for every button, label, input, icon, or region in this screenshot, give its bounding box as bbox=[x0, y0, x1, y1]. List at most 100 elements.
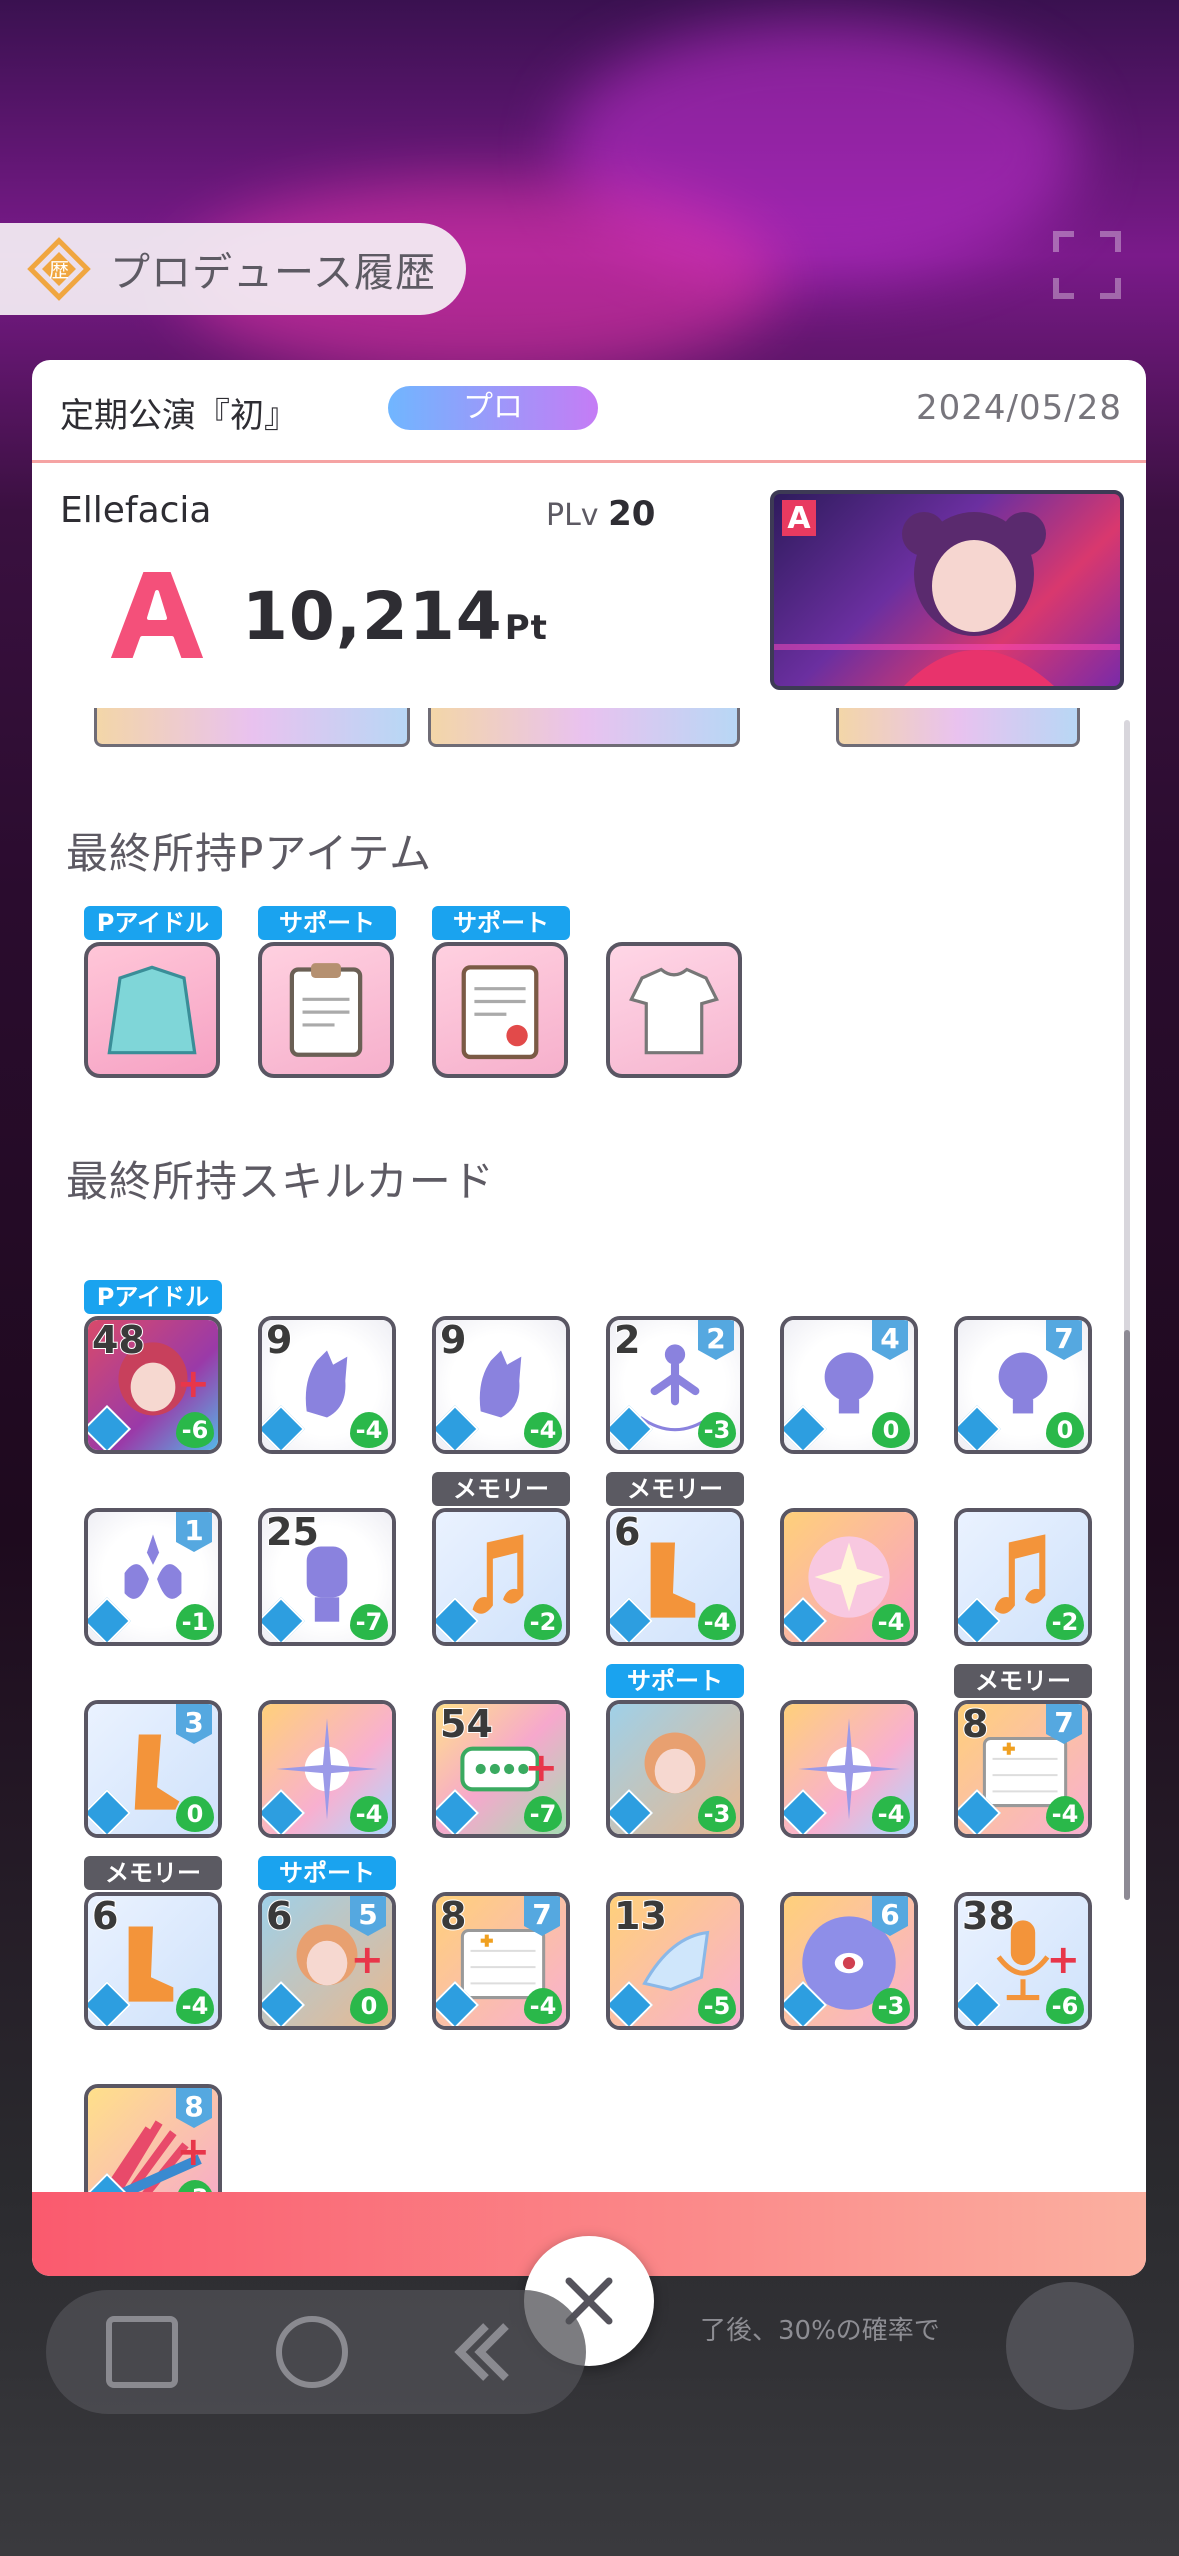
document-icon bbox=[461, 965, 539, 1060]
skill-card[interactable]: -2 bbox=[432, 1508, 570, 1646]
skill-card[interactable]: 6 -4 bbox=[606, 1508, 744, 1646]
jacket-icon bbox=[107, 965, 197, 1055]
record-header: 定期公演『初』 プロ 2024/05/28 bbox=[32, 360, 1146, 463]
p-item-tag: サポート bbox=[258, 906, 396, 940]
stamina-cost: -2 bbox=[1046, 1604, 1084, 1640]
skill-card-tag: メモリー bbox=[606, 1472, 744, 1506]
stamina-cost: -3 bbox=[872, 1988, 910, 2024]
record-scroll-area[interactable]: 最終所持Pアイテム Pアイドル サポート サポート 最終所持スキルカード Pアイドル… bbox=[32, 708, 1146, 2248]
card-cost: 54 bbox=[439, 1702, 494, 1747]
stamina-cost: -5 bbox=[698, 1988, 736, 2024]
skill-card-tag: メモリー bbox=[954, 1664, 1092, 1698]
card-cost: 8 bbox=[961, 1702, 989, 1747]
produce-card-strip bbox=[836, 708, 1080, 747]
stamina-cost: -4 bbox=[350, 1412, 388, 1448]
stamina-cost: -4 bbox=[1046, 1796, 1084, 1832]
home-icon bbox=[106, 2316, 178, 2388]
card-cost: 6 bbox=[613, 1510, 641, 1555]
skill-card-tag: Pアイドル bbox=[84, 1280, 222, 1314]
menu-button bbox=[1006, 2282, 1134, 2410]
stamina-cost: -4 bbox=[350, 1796, 388, 1832]
stamina-cost: 0 bbox=[872, 1412, 910, 1448]
bottom-navigation bbox=[46, 2290, 586, 2414]
skill-card[interactable]: 6 -4 bbox=[84, 1892, 222, 2030]
skill-card[interactable]: -4 bbox=[780, 1508, 918, 1646]
skill-card[interactable]: -2 bbox=[954, 1508, 1092, 1646]
skill-card[interactable]: 48 + -6 bbox=[84, 1316, 222, 1454]
p-item-tag: サポート bbox=[432, 906, 570, 940]
card-cost: 6 bbox=[265, 1894, 293, 1939]
stamina-cost: -2 bbox=[524, 1604, 562, 1640]
skill-card-tag: メモリー bbox=[84, 1856, 222, 1890]
fullscreen-icon bbox=[1052, 230, 1122, 300]
score: 10,214Pt bbox=[242, 578, 548, 655]
skill-card[interactable]: 2 2 -3 bbox=[606, 1316, 744, 1454]
history-icon: 歴 bbox=[26, 236, 92, 302]
skill-card[interactable]: 6 5 +0 bbox=[258, 1892, 396, 2030]
stamina-cost: -7 bbox=[350, 1604, 388, 1640]
stamina-cost: -3 bbox=[698, 1796, 736, 1832]
skill-card[interactable]: 6 -3 bbox=[780, 1892, 918, 2030]
stamina-cost: -4 bbox=[524, 1988, 562, 2024]
skill-card[interactable]: 13 -5 bbox=[606, 1892, 744, 2030]
stamina-cost: -4 bbox=[524, 1412, 562, 1448]
skill-card[interactable]: 40 bbox=[780, 1316, 918, 1454]
produce-card-strip bbox=[428, 708, 740, 747]
card-cost: 9 bbox=[265, 1318, 293, 1363]
card-cost: 9 bbox=[439, 1318, 467, 1363]
scrollbar-thumb[interactable] bbox=[1124, 1330, 1130, 1900]
enhanced-plus-icon: + bbox=[1046, 1937, 1080, 1983]
record-date: 2024/05/28 bbox=[916, 388, 1122, 428]
stamina-cost: -4 bbox=[176, 1988, 214, 2024]
enhanced-plus-icon: + bbox=[524, 1745, 558, 1791]
tshirt-icon bbox=[629, 967, 719, 1055]
stamina-cost: -7 bbox=[524, 1796, 562, 1832]
card-cost: 6 bbox=[91, 1894, 119, 1939]
skill-card[interactable]: 9 -4 bbox=[258, 1316, 396, 1454]
stamina-cost: -3 bbox=[698, 1412, 736, 1448]
help-icon bbox=[276, 2316, 348, 2388]
skill-card[interactable]: 70 bbox=[954, 1316, 1092, 1454]
stamina-cost: -4 bbox=[872, 1604, 910, 1640]
skill-card[interactable]: 1 -1 bbox=[84, 1508, 222, 1646]
skill-card[interactable]: 9 -4 bbox=[432, 1316, 570, 1454]
enhanced-plus-icon: + bbox=[176, 2129, 210, 2175]
skill-card[interactable]: 30 bbox=[84, 1700, 222, 1838]
skill-card[interactable]: -3 bbox=[606, 1700, 744, 1838]
p-item[interactable] bbox=[432, 942, 568, 1078]
stamina-cost: -4 bbox=[698, 1604, 736, 1640]
p-item-tag: Pアイドル bbox=[84, 906, 222, 940]
stamina-cost: -6 bbox=[176, 1412, 214, 1448]
enhanced-plus-icon: + bbox=[176, 1361, 210, 1407]
skill-card[interactable]: -4 bbox=[258, 1700, 396, 1838]
stamina-cost: -6 bbox=[1046, 1988, 1084, 2024]
p-item[interactable] bbox=[606, 942, 742, 1078]
skill-card[interactable]: 25 -7 bbox=[258, 1508, 396, 1646]
stamina-cost: 0 bbox=[176, 1796, 214, 1832]
skill-card[interactable]: 38 + -6 bbox=[954, 1892, 1092, 2030]
skill-card[interactable]: 54 + -7 bbox=[432, 1700, 570, 1838]
card-cost: 48 bbox=[91, 1318, 146, 1363]
rank-badge bbox=[102, 560, 212, 670]
skill-cards-title: 最終所持スキルカード bbox=[66, 1157, 495, 1206]
event-name: 定期公演『初』 bbox=[60, 396, 298, 436]
p-items-title: 最終所持Pアイテム bbox=[66, 829, 433, 878]
produce-card-strip bbox=[94, 708, 410, 747]
p-item[interactable] bbox=[258, 942, 394, 1078]
stamina-cost: 0 bbox=[1046, 1412, 1084, 1448]
p-item[interactable] bbox=[84, 942, 220, 1078]
skill-card[interactable]: -4 bbox=[780, 1700, 918, 1838]
difficulty-badge: プロ bbox=[388, 386, 598, 430]
idol-portrait: A bbox=[770, 490, 1124, 690]
history-header: 歴 プロデュース履歴 bbox=[0, 223, 466, 315]
skill-card[interactable]: 8 7 -4 bbox=[954, 1700, 1092, 1838]
card-cost: 25 bbox=[265, 1510, 320, 1555]
producer-level: PLv 20 bbox=[546, 494, 656, 534]
card-cost: 8 bbox=[439, 1894, 467, 1939]
enhanced-plus-icon: + bbox=[350, 1937, 384, 1983]
skill-card-tag: サポート bbox=[606, 1664, 744, 1698]
stamina-cost: -4 bbox=[872, 1796, 910, 1832]
skill-card[interactable]: 8 7 -4 bbox=[432, 1892, 570, 2030]
skill-card-tag: メモリー bbox=[432, 1472, 570, 1506]
history-title: プロデュース履歴 bbox=[110, 250, 436, 296]
